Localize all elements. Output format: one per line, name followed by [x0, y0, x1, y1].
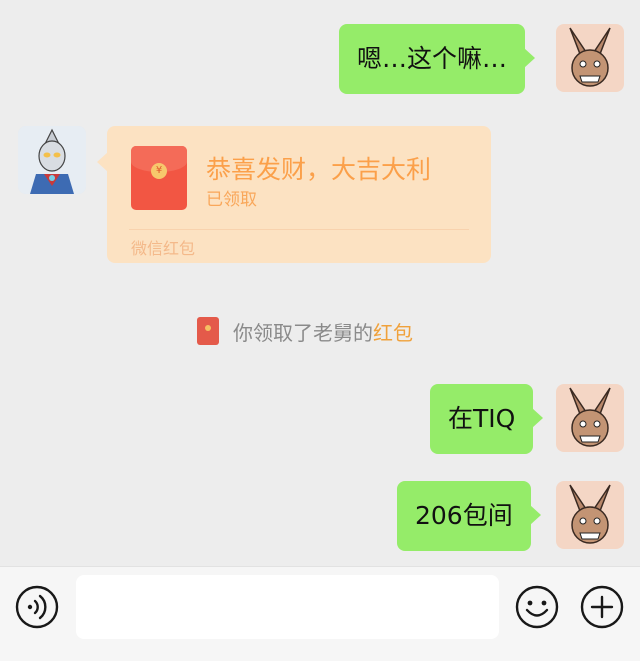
- red-packet-status: 已领取: [206, 190, 257, 210]
- coin-icon: ¥: [151, 163, 167, 179]
- notice-text: 你领取了老舅的: [233, 320, 373, 345]
- rabbit-avatar-icon: [569, 387, 611, 447]
- my-avatar[interactable]: [556, 24, 624, 92]
- red-packet-card[interactable]: ¥ 恭喜发财，大吉大利 已领取 微信红包: [97, 126, 491, 263]
- message-bubble[interactable]: 在TIQ: [430, 384, 544, 454]
- red-packet-footer: 微信红包: [131, 239, 196, 258]
- red-packet-small-icon: [197, 317, 219, 345]
- friend-avatar[interactable]: [18, 126, 86, 194]
- emoji-icon[interactable]: [515, 585, 559, 629]
- system-notice: 你领取了老舅的 红包: [197, 316, 413, 346]
- voice-icon[interactable]: [15, 585, 59, 629]
- divider: [129, 229, 469, 230]
- message-bubble[interactable]: 嗯…这个嘛…: [339, 24, 536, 94]
- message-bubble[interactable]: 206包间: [397, 481, 541, 551]
- hero-avatar-icon: [18, 126, 86, 194]
- red-envelope-icon: ¥: [131, 146, 187, 210]
- plus-icon[interactable]: [580, 585, 624, 629]
- rabbit-avatar-icon: [569, 27, 611, 87]
- my-avatar[interactable]: [556, 481, 624, 549]
- rabbit-avatar-icon: [569, 484, 611, 544]
- my-avatar[interactable]: [556, 384, 624, 452]
- red-packet-link[interactable]: 红包: [373, 317, 413, 346]
- message-input[interactable]: [76, 575, 499, 639]
- red-packet-title: 恭喜发财，大吉大利: [206, 155, 432, 184]
- input-bar: [0, 566, 640, 661]
